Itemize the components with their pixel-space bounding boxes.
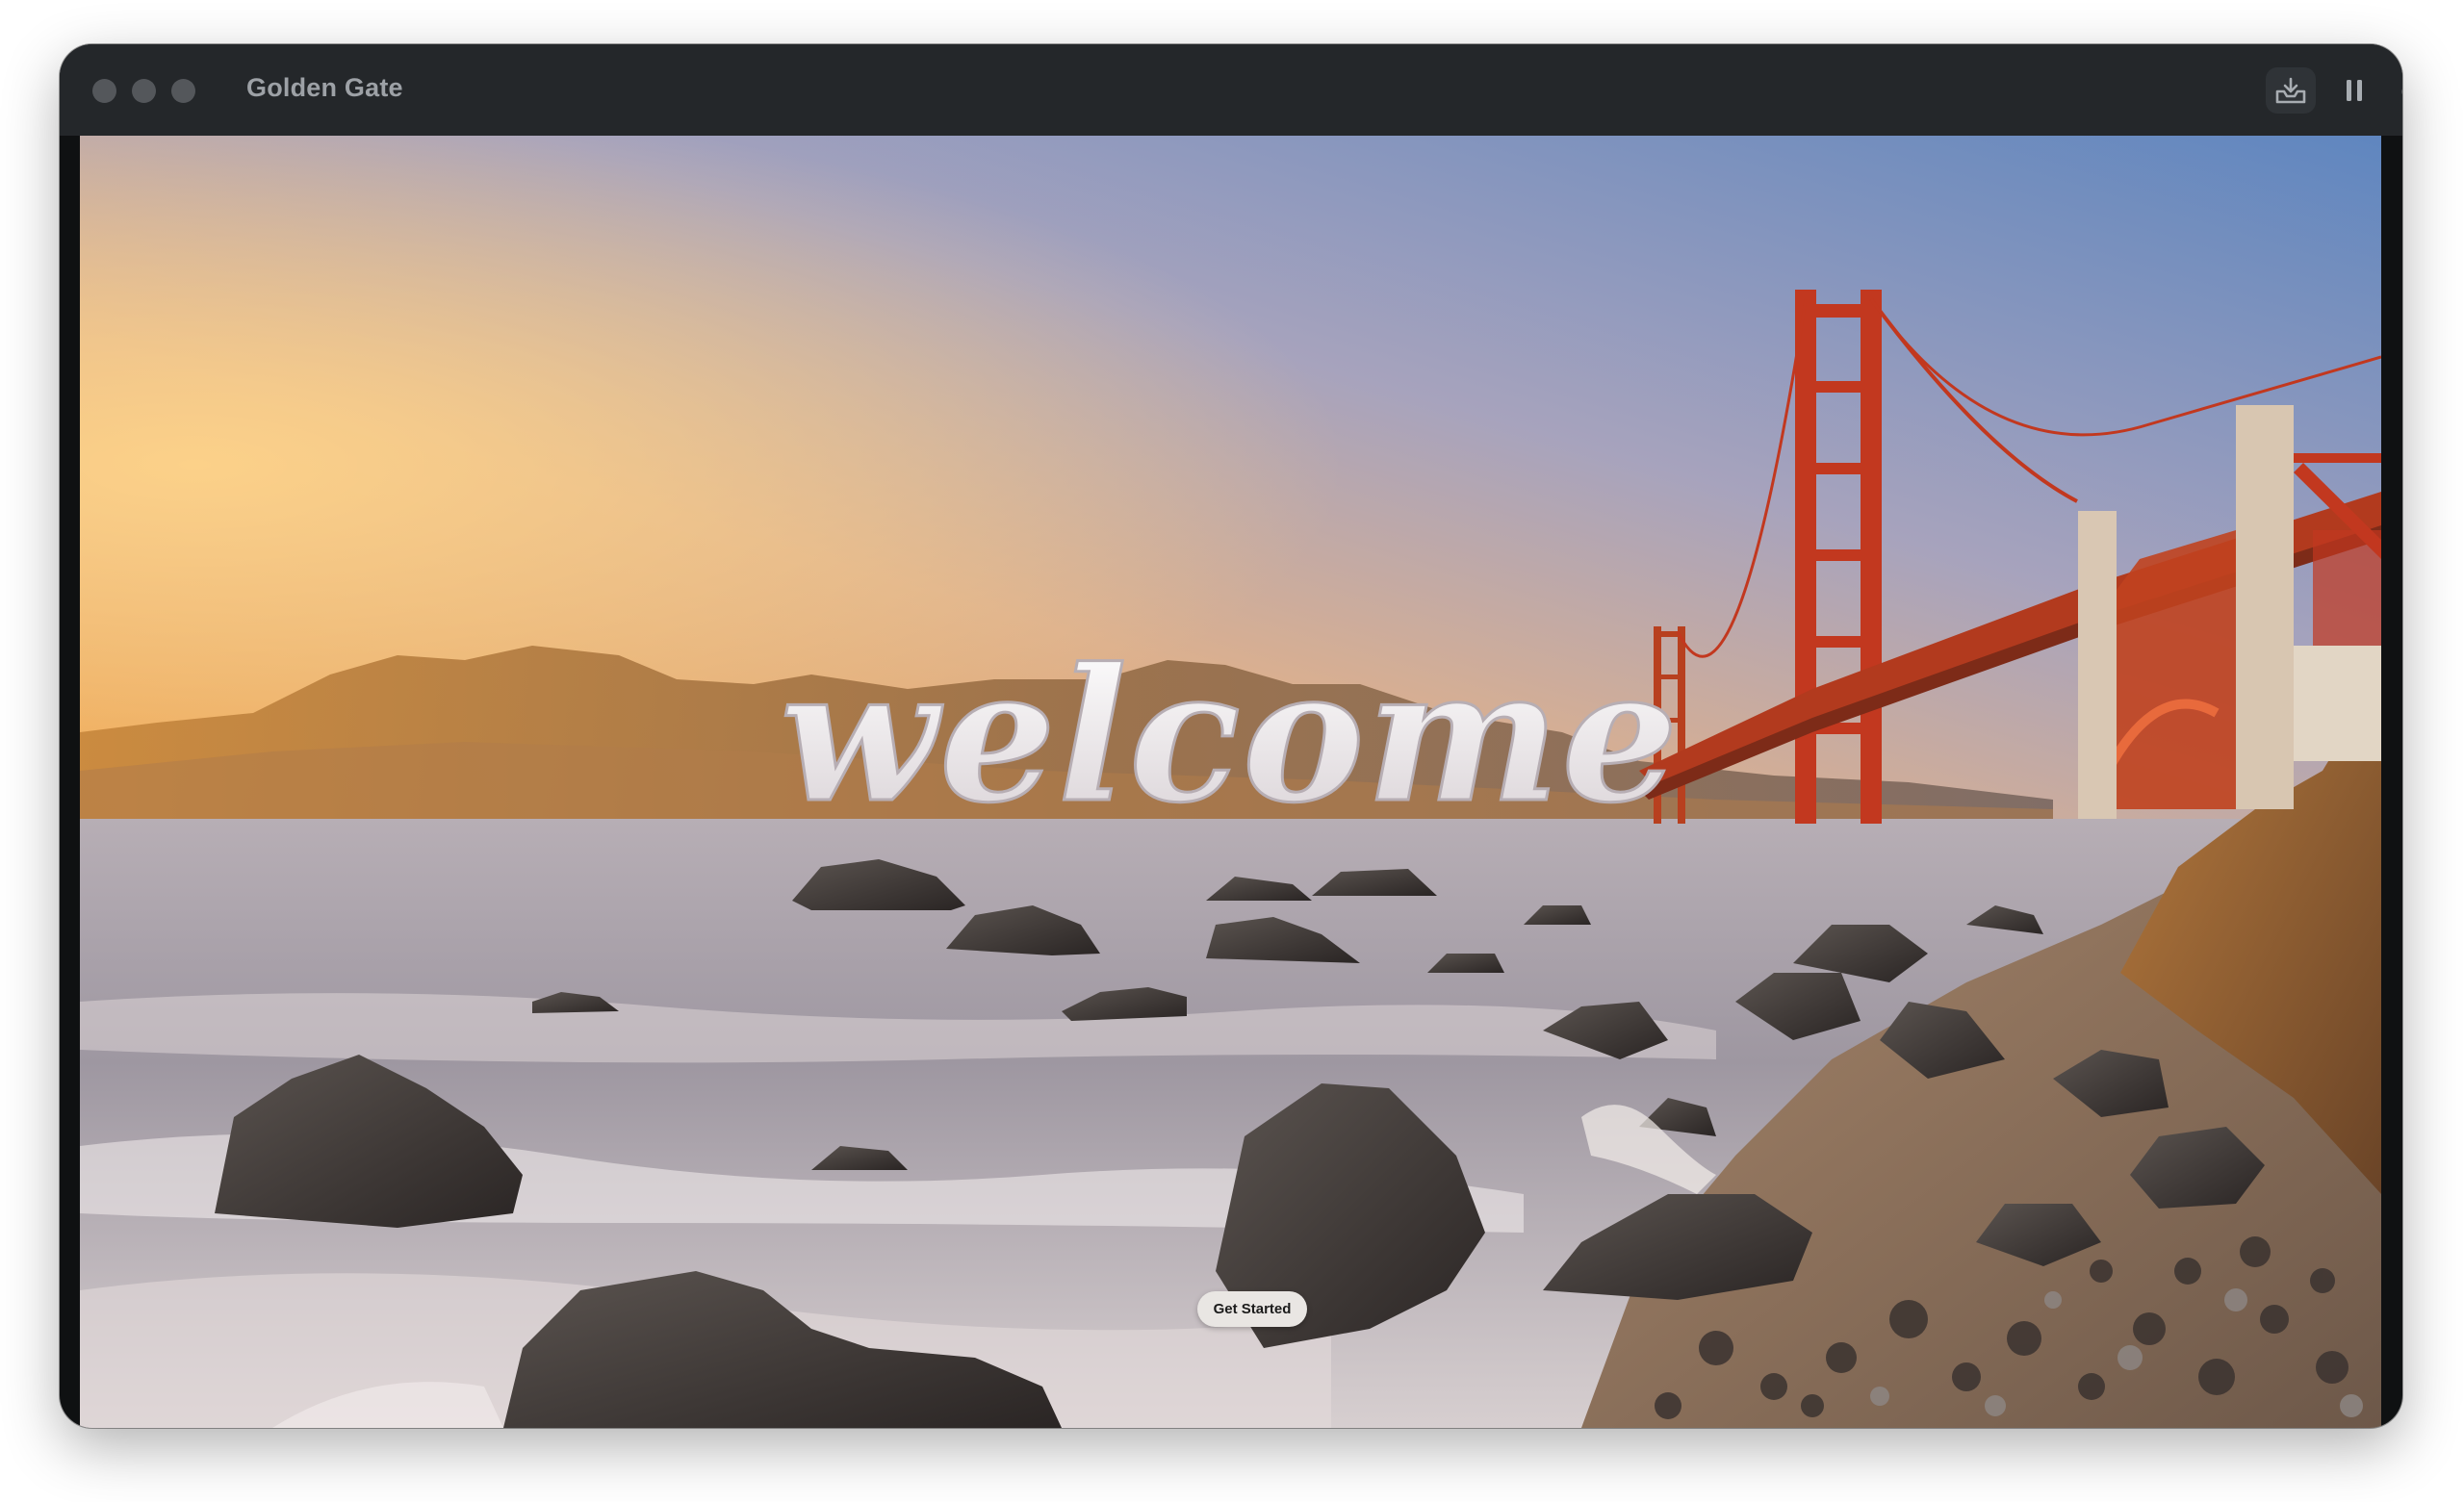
pause-icon: [2347, 80, 2362, 101]
tray-download-icon: [2275, 77, 2306, 104]
window-title: Golden Gate: [246, 73, 403, 102]
vm-screen[interactable]: welcome Get Started: [80, 136, 2381, 1428]
titlebar[interactable]: Golden Gate: [60, 44, 2402, 136]
welcome-text: welcome: [781, 628, 1681, 843]
power-icon: [2401, 89, 2402, 94]
zoom-window-button[interactable]: [171, 79, 195, 103]
install-button[interactable]: [2266, 67, 2316, 114]
pause-button[interactable]: [2329, 67, 2379, 114]
close-window-button[interactable]: [92, 79, 116, 103]
vm-window: Golden Gate welcome Get Started: [60, 44, 2402, 1428]
power-button[interactable]: [2391, 67, 2402, 114]
golden-gate-beach-wallpaper: welcome: [80, 136, 2381, 1428]
get-started-button[interactable]: Get Started: [1197, 1291, 1307, 1327]
minimize-window-button[interactable]: [132, 79, 156, 103]
